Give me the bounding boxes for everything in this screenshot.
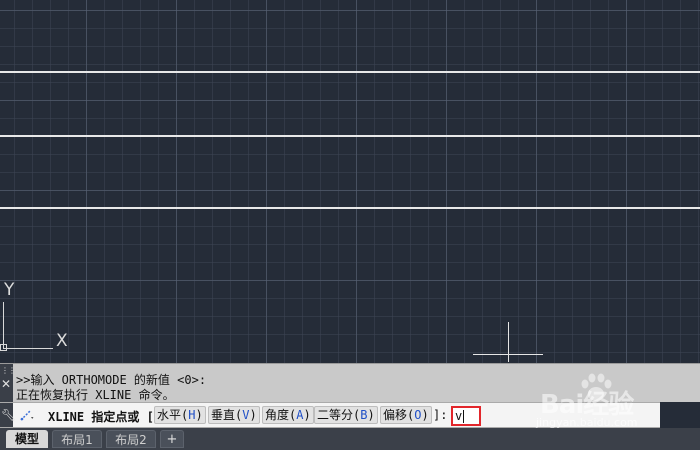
option-offset[interactable]: 偏移(O) [380,406,432,424]
tab-model[interactable]: 模型 [6,430,48,448]
option-vertical[interactable]: 垂直(V) [208,406,260,424]
text-caret [463,410,465,423]
drawing-canvas[interactable]: Y X [0,0,700,363]
command-prompt: XLINE 指定点或 [ [48,410,154,424]
ucs-y-label: Y [4,280,15,300]
ucs-x-axis [3,348,53,349]
option-angle[interactable]: 角度(A) [262,406,314,424]
customize-wrench-icon[interactable]: 🔧︎ [1,408,16,422]
command-window-sidebar: ⋮⋮ ✕ [0,364,16,402]
add-layout-icon[interactable]: + [160,430,184,448]
baidu-watermark: Bai经验 jingyan.baidu.com [530,372,700,432]
grip-icon[interactable]: ⋮⋮ [1,367,16,375]
tab-layout2[interactable]: 布局2 [106,430,156,448]
ucs-y-axis [3,302,4,348]
command-input-value: v [455,409,463,423]
construction-line-3[interactable] [0,207,700,209]
command-prompt-end: ]: [433,408,448,422]
ucs-x-label: X [56,331,68,351]
command-input[interactable]: v [451,406,481,426]
tab-layout1[interactable]: 布局1 [52,430,102,448]
option-horizontal[interactable]: 水平(H) [154,406,206,424]
ucs-origin-box [0,344,7,351]
close-icon[interactable]: ✕ [1,378,11,390]
watermark-url: jingyan.baidu.com [536,416,638,429]
crosshair-horizontal [473,354,543,355]
command-line-sidebar: 🔧︎ [0,403,16,427]
construction-line-2[interactable] [0,135,700,137]
command-recent-icon[interactable] [19,407,35,423]
construction-line-1[interactable] [0,71,700,73]
option-bisect[interactable]: 二等分(B) [314,406,378,424]
history-line-2: 正在恢复执行 XLINE 命令。 [16,388,175,402]
crosshair-vertical [508,322,509,362]
